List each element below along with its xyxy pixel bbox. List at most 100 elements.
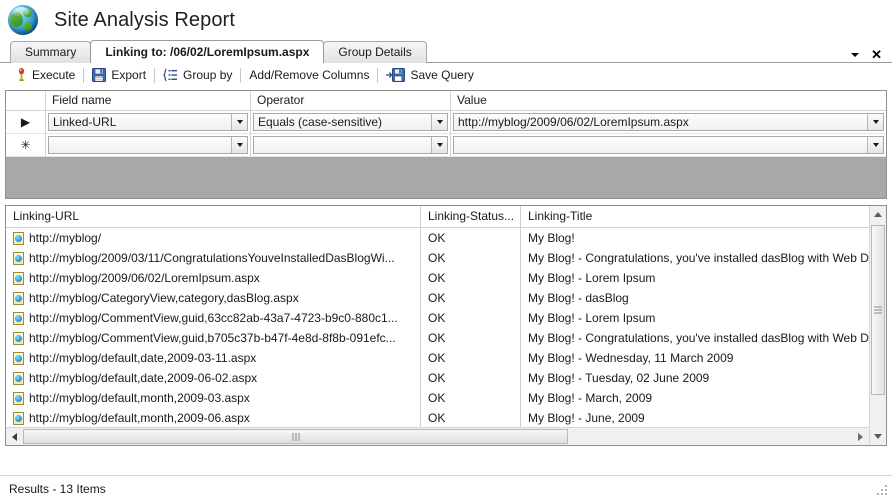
linking-url-text: http://myblog/CategoryView,category,dasB… (29, 291, 299, 305)
cell-linking-title: My Blog! - Lorem Ipsum (528, 311, 656, 325)
horizontal-scroll-track[interactable] (23, 428, 852, 445)
query-row-new[interactable]: ✳ (6, 134, 886, 157)
query-cell-value-new[interactable] (451, 134, 886, 156)
scroll-right-arrow-icon[interactable] (852, 428, 869, 445)
save-disk-icon (92, 68, 107, 82)
column-header-linking-status[interactable]: Linking-Status... (421, 206, 521, 227)
group-by-icon (163, 68, 178, 82)
table-row[interactable]: http://myblog/OK My Blog! (6, 228, 869, 248)
column-header-linking-url[interactable]: Linking-URL (6, 206, 421, 227)
table-row[interactable]: http://myblog/default,month,2009-06.aspx… (6, 408, 869, 427)
cell-linking-title: My Blog! - March, 2009 (528, 391, 653, 405)
cell-linking-status: OK (421, 228, 521, 248)
query-cell-value[interactable]: http://myblog/2009/06/02/LoremIpsum.aspx (451, 111, 886, 133)
add-remove-columns-label: Add/Remove Columns (249, 68, 370, 82)
table-row[interactable]: http://myblog/CategoryView,category,dasB… (6, 288, 869, 308)
chevron-down-icon[interactable] (867, 137, 883, 153)
linking-url-text: http://myblog/default,month,2009-06.aspx (29, 411, 250, 425)
save-query-icon (386, 68, 406, 82)
table-row[interactable]: http://myblog/2009/03/11/Congratulations… (6, 248, 869, 268)
cell-linking-title: My Blog! - Wednesday, 11 March 2009 (528, 351, 734, 365)
page-icon (13, 291, 24, 305)
group-by-label: Group by (183, 68, 233, 82)
cell-linking-url: http://myblog/default,month,2009-06.aspx (6, 408, 421, 427)
vertical-scroll-thumb[interactable] (871, 225, 885, 395)
query-header-value[interactable]: Value (451, 91, 886, 110)
cell-linking-status: OK (421, 268, 521, 288)
close-icon[interactable]: ✕ (871, 48, 882, 61)
toolbar-separator (154, 67, 156, 83)
query-cell-field-name[interactable]: Linked-URL (46, 111, 251, 133)
page-icon (13, 231, 24, 245)
chevron-down-icon[interactable] (867, 114, 883, 130)
table-row[interactable]: http://myblog/2009/06/02/LoremIpsum.aspx… (6, 268, 869, 288)
toolbar-separator (83, 67, 85, 83)
cell-linking-url: http://myblog/2009/03/11/Congratulations… (6, 248, 421, 268)
execute-button[interactable]: Execute (10, 66, 81, 84)
linking-url-text: http://myblog/ (29, 231, 102, 245)
field-name-combobox-new[interactable] (48, 136, 248, 154)
chevron-down-icon[interactable] (231, 114, 247, 130)
query-builder-panel: Field name Operator Value ▶ Linked-URL E… (5, 90, 887, 199)
horizontal-scroll-thumb[interactable] (23, 429, 568, 444)
vertical-scroll-track[interactable] (870, 223, 886, 428)
page-icon (13, 351, 24, 365)
chevron-down-icon[interactable] (431, 114, 447, 130)
row-marker-new: ✳ (6, 134, 46, 156)
row-marker-current: ▶ (6, 111, 46, 133)
chevron-down-icon[interactable] (851, 53, 860, 57)
chevron-down-icon[interactable] (431, 137, 447, 153)
query-cell-operator-new[interactable] (251, 134, 451, 156)
group-by-button[interactable]: Group by (157, 66, 238, 84)
field-name-combobox[interactable]: Linked-URL (48, 113, 248, 131)
query-row[interactable]: ▶ Linked-URL Equals (case-sensitive) htt… (6, 111, 886, 134)
cell-linking-title: My Blog! - Congratulations, you've insta… (528, 331, 869, 345)
cell-linking-status: OK (421, 348, 521, 368)
column-header-linking-title[interactable]: Linking-Title (521, 206, 869, 227)
save-query-button[interactable]: Save Query (380, 66, 479, 84)
query-cell-field-name-new[interactable] (46, 134, 251, 156)
scroll-down-arrow-icon[interactable] (870, 428, 886, 445)
chevron-down-icon[interactable] (231, 137, 247, 153)
query-header-field-name[interactable]: Field name (46, 91, 251, 110)
add-remove-columns-button[interactable]: Add/Remove Columns (243, 66, 375, 84)
value-combobox[interactable]: http://myblog/2009/06/02/LoremIpsum.aspx (453, 113, 884, 131)
app-header: Site Analysis Report (0, 0, 892, 40)
cell-linking-status: OK (421, 408, 521, 427)
field-name-value: Linked-URL (53, 115, 117, 129)
scroll-up-arrow-icon[interactable] (870, 206, 886, 223)
operator-combobox-new[interactable] (253, 136, 448, 154)
table-row[interactable]: http://myblog/default,date,2009-03-11.as… (6, 348, 869, 368)
page-icon (13, 251, 24, 265)
tab-linking-to[interactable]: Linking to: /06/02/LoremIpsum.aspx (90, 40, 325, 63)
table-row[interactable]: http://myblog/CommentView,guid,63cc82ab-… (6, 308, 869, 328)
globe-icon (8, 5, 38, 35)
results-horizontal-scrollbar[interactable] (6, 427, 869, 445)
resize-grip-icon[interactable] (877, 483, 889, 495)
linking-url-text: http://myblog/CommentView,guid,63cc82ab-… (29, 311, 398, 325)
tab-summary[interactable]: Summary (10, 41, 92, 63)
results-grid-panel: Linking-URL Linking-Status... Linking-Ti… (5, 205, 887, 446)
page-icon (13, 371, 24, 385)
value-combobox-new[interactable] (453, 136, 884, 154)
execute-icon (18, 68, 25, 81)
cell-linking-title: My Blog! - Tuesday, 02 June 2009 (528, 371, 710, 385)
table-row[interactable]: http://myblog/default,date,2009-06-02.as… (6, 368, 869, 388)
query-header-operator[interactable]: Operator (251, 91, 451, 110)
table-row[interactable]: http://myblog/CommentView,guid,b705c37b-… (6, 328, 869, 348)
results-grid-header: Linking-URL Linking-Status... Linking-Ti… (6, 206, 869, 228)
query-grid-header: Field name Operator Value (6, 91, 886, 111)
results-row-container: http://myblog/OK My Blog! http://myblog/20… (6, 228, 869, 427)
page-icon (13, 391, 24, 405)
query-cell-operator[interactable]: Equals (case-sensitive) (251, 111, 451, 133)
results-vertical-scrollbar[interactable] (869, 206, 886, 445)
table-row[interactable]: http://myblog/default,month,2009-03.aspx… (6, 388, 869, 408)
cell-linking-title: My Blog! - Lorem Ipsum (528, 271, 656, 285)
cell-linking-status: OK (421, 248, 521, 268)
export-button[interactable]: Export (86, 66, 152, 84)
scroll-left-arrow-icon[interactable] (6, 428, 23, 445)
operator-combobox[interactable]: Equals (case-sensitive) (253, 113, 448, 131)
linking-url-text: http://myblog/CommentView,guid,b705c37b-… (29, 331, 396, 345)
tab-group-details[interactable]: Group Details (323, 41, 427, 63)
execute-label: Execute (32, 68, 76, 82)
